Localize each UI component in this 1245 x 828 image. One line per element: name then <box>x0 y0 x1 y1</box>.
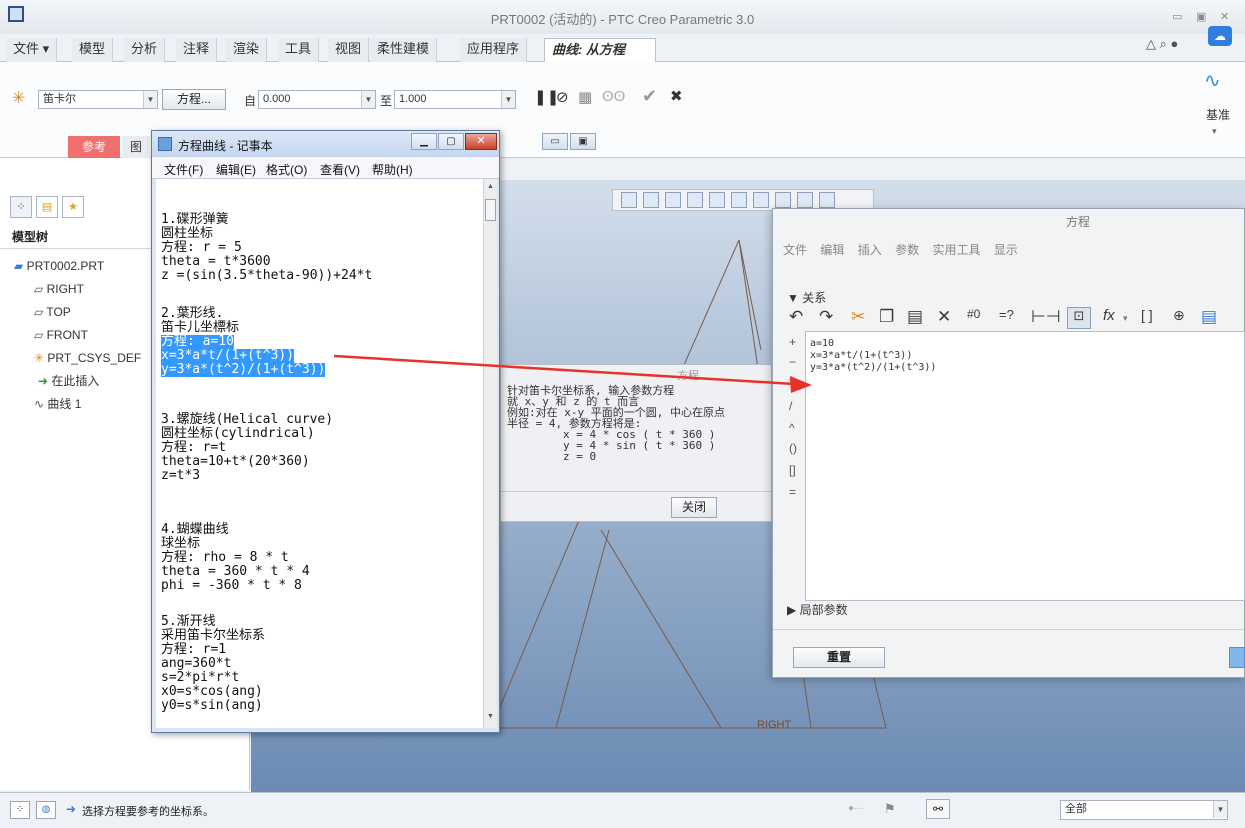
status-bar: ⁘ ◍ ➜ 选择方程要参考的坐标系。 ●··· ⚑ ⚯ 全部 ▼ <box>0 792 1245 828</box>
selection-dot-icon: ●··· <box>848 803 865 814</box>
message-arrow-icon: ➜ <box>66 802 77 816</box>
model-tree-toggle-icon[interactable]: ⁘ <box>10 801 30 819</box>
flag-icon: ⚑ <box>884 801 896 816</box>
annotation-arrow <box>333 354 812 393</box>
status-message: 选择方程要参考的坐标系。 <box>82 806 214 818</box>
selection-filter-select[interactable]: 全部 ▼ <box>1060 800 1228 820</box>
browser-toggle-icon[interactable]: ◍ <box>36 801 56 819</box>
find-binoculars-icon[interactable]: ⚯ <box>926 799 950 819</box>
